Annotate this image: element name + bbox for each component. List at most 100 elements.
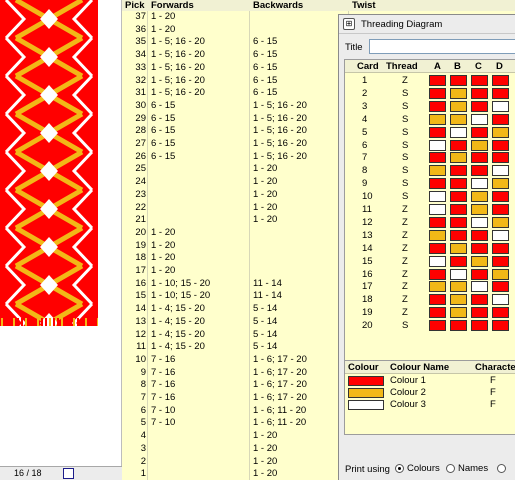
hole-c-cell[interactable] [471,178,488,190]
col-forwards-header[interactable]: Forwards [151,0,194,11]
card-row[interactable]: 3S [345,100,515,113]
hole-d-cell[interactable] [492,268,509,280]
colours-radio-label[interactable]: Colours [407,463,440,474]
thread-direction[interactable]: Z [402,217,408,228]
card-row[interactable]: 7S [345,151,515,164]
hole-a-cell[interactable] [429,165,446,177]
hole-c-cell[interactable] [471,320,488,332]
card-row[interactable]: 19 Z [345,306,515,319]
hole-c-cell[interactable] [471,152,488,164]
hole-a-cell[interactable] [429,242,446,254]
hole-b-cell[interactable] [450,165,467,177]
hole-c-cell[interactable] [471,113,488,125]
hole-d-cell[interactable] [492,255,509,267]
thread-direction[interactable]: S [402,191,408,202]
hole-a-cell[interactable] [429,100,446,112]
hole-d-cell[interactable] [492,152,509,164]
hole-a-cell[interactable] [429,255,446,267]
hole-c-cell[interactable] [471,307,488,319]
colour-swatch[interactable] [348,376,384,386]
card-row[interactable]: 1Z [345,74,515,87]
colour-swatch[interactable] [348,388,384,398]
thread-direction[interactable]: Z [402,256,408,267]
hole-b-cell[interactable] [450,320,467,332]
names-radio-label[interactable]: Names [458,463,488,474]
hole-b-cell[interactable] [450,100,467,112]
thread-direction[interactable]: Z [402,269,408,280]
third-radio[interactable] [497,464,506,473]
hole-d-cell[interactable] [492,139,509,151]
hole-b-cell[interactable] [450,87,467,99]
card-row[interactable]: 9S [345,177,515,190]
hole-c-cell[interactable] [471,126,488,138]
thread-direction[interactable]: S [402,101,408,112]
hole-d-cell[interactable] [492,87,509,99]
hole-c-cell[interactable] [471,268,488,280]
hole-a-cell[interactable] [429,178,446,190]
hole-b-cell[interactable] [450,242,467,254]
thread-direction[interactable]: Z [402,204,408,215]
card-row[interactable]: 5S [345,126,515,139]
hole-a-cell[interactable] [429,320,446,332]
hole-b-cell[interactable] [450,307,467,319]
hole-c-cell[interactable] [471,281,488,293]
hole-b-cell[interactable] [450,294,467,306]
hole-d-cell[interactable] [492,242,509,254]
hole-b-cell[interactable] [450,229,467,241]
hole-c-cell[interactable] [471,255,488,267]
threading-grid[interactable]: Card Thread A B C D 1 Z 2 S 3 S 4 S 5 S 6 S 7 S 8 S 9 S 10… [344,59,515,369]
hole-d-cell[interactable] [492,75,509,86]
hole-b-cell[interactable] [450,216,467,228]
hole-d-cell[interactable] [492,229,509,241]
hole-d-cell[interactable] [492,100,509,112]
colours-radio[interactable] [395,464,404,473]
hole-a-cell[interactable] [429,229,446,241]
hole-a-cell[interactable] [429,113,446,125]
card-row[interactable]: 2S [345,87,515,100]
thread-direction[interactable]: Z [402,243,408,254]
hole-c-cell[interactable] [471,204,488,215]
hole-d-cell[interactable] [492,307,509,319]
thread-direction[interactable]: S [402,320,408,331]
hole-b-cell[interactable] [450,113,467,125]
hole-b-cell[interactable] [450,268,467,280]
card-row[interactable]: 18 Z [345,293,515,306]
names-radio[interactable] [446,464,455,473]
hole-c-cell[interactable] [471,87,488,99]
hole-d-cell[interactable] [492,191,509,203]
hole-a-cell[interactable] [429,87,446,99]
thread-direction[interactable]: S [402,165,408,176]
col-pick-header[interactable]: Pick [125,0,145,11]
hole-b-cell[interactable] [450,152,467,164]
hole-d-cell[interactable] [492,320,509,332]
hole-d-cell[interactable] [492,178,509,190]
colour-row[interactable]: Colour 1 F [345,375,515,387]
thread-direction[interactable]: S [402,152,408,163]
hole-c-cell[interactable] [471,100,488,112]
hole-c-cell[interactable] [471,242,488,254]
hole-a-cell[interactable] [429,281,446,293]
hole-c-cell[interactable] [471,165,488,177]
hole-a-cell[interactable] [429,126,446,138]
hole-b-cell[interactable] [450,191,467,203]
card-row[interactable]: 13 Z [345,229,515,242]
card-row[interactable]: 11 Z [345,203,515,216]
hole-a-cell[interactable] [429,307,446,319]
band-thumbnail-icon[interactable] [63,468,74,479]
hole-a-cell[interactable] [429,204,446,215]
card-row[interactable]: 12 Z [345,216,515,229]
hole-a-cell[interactable] [429,294,446,306]
hole-d-cell[interactable] [492,165,509,177]
hole-c-cell[interactable] [471,75,488,86]
hole-d-cell[interactable] [492,204,509,215]
thread-direction[interactable]: Z [402,294,408,305]
col-twist-header[interactable]: Twist [352,0,376,11]
card-row[interactable]: 4S [345,113,515,126]
hole-a-cell[interactable] [429,152,446,164]
thread-direction[interactable]: S [402,114,408,125]
card-row[interactable]: 16 Z [345,268,515,281]
thread-direction[interactable]: Z [402,75,408,86]
hole-c-cell[interactable] [471,191,488,203]
hole-b-cell[interactable] [450,255,467,267]
card-row[interactable]: 10 S [345,190,515,203]
